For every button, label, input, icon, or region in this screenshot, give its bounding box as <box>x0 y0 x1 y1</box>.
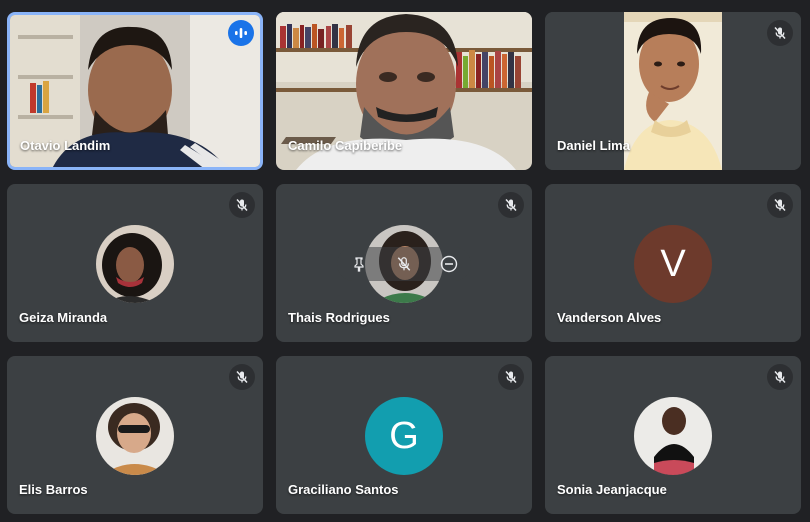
mic-muted-indicator <box>229 192 255 218</box>
mic-off-icon <box>505 370 517 384</box>
participant-tile-sonia-jeanjacque[interactable]: Sonia Jeanjacque <box>545 356 801 514</box>
participant-name: Graciliano Santos <box>288 482 399 497</box>
participant-name: Vanderson Alves <box>557 310 662 325</box>
avatar-initial: G <box>389 414 419 457</box>
mic-muted-indicator <box>767 20 793 46</box>
participant-name: Camilo Capiberibe <box>288 138 403 153</box>
participant-tile-otavio-landim[interactable]: Otavio Landim <box>7 12 263 170</box>
participant-name: Sonia Jeanjacque <box>557 482 667 497</box>
avatar <box>96 225 174 303</box>
speaking-indicator <box>228 20 254 46</box>
remove-participant-button[interactable] <box>435 250 463 278</box>
mic-off-icon <box>774 370 786 384</box>
audio-wave-icon <box>235 28 247 38</box>
avatar <box>96 397 174 475</box>
mic-off-icon <box>774 26 786 40</box>
participant-tile-vanderson-alves[interactable]: V Vanderson Alves <box>545 184 801 342</box>
participant-tile-geiza-miranda[interactable]: Geiza Miranda <box>7 184 263 342</box>
mic-off-icon <box>236 370 248 384</box>
participant-name: Daniel Lima <box>557 138 630 153</box>
mic-off-icon <box>236 198 248 212</box>
mic-muted-indicator <box>767 364 793 390</box>
mic-off-icon <box>505 198 517 212</box>
mic-muted-indicator <box>498 192 524 218</box>
mic-muted-indicator <box>767 192 793 218</box>
avatar: V <box>634 225 712 303</box>
participant-tile-elis-barros[interactable]: Elis Barros <box>7 356 263 514</box>
avatar <box>634 397 712 475</box>
participant-hover-controls <box>337 247 471 281</box>
mic-muted-indicator <box>498 364 524 390</box>
participant-tile-daniel-lima[interactable]: Daniel Lima <box>545 12 801 170</box>
pin-icon <box>354 257 364 272</box>
pin-button[interactable] <box>345 250 373 278</box>
mute-participant-button[interactable] <box>390 250 418 278</box>
avatar-initial: V <box>660 242 686 285</box>
participant-name: Geiza Miranda <box>19 310 108 325</box>
participant-name: Thais Rodrigues <box>288 310 390 325</box>
participant-name: Elis Barros <box>19 482 88 497</box>
participant-tile-thais-rodrigues[interactable]: Thais Rodrigues <box>276 184 532 342</box>
avatar: G <box>365 397 443 475</box>
participant-tile-graciliano-santos[interactable]: G Graciliano Santos <box>276 356 532 514</box>
mic-off-icon <box>774 198 786 212</box>
mic-off-icon <box>397 257 411 271</box>
participant-tile-camilo-capiberibe[interactable]: Camilo Capiberibe <box>276 12 532 170</box>
remove-icon <box>440 255 457 273</box>
mic-muted-indicator <box>229 364 255 390</box>
participant-name: Otavio Landim <box>20 138 111 153</box>
